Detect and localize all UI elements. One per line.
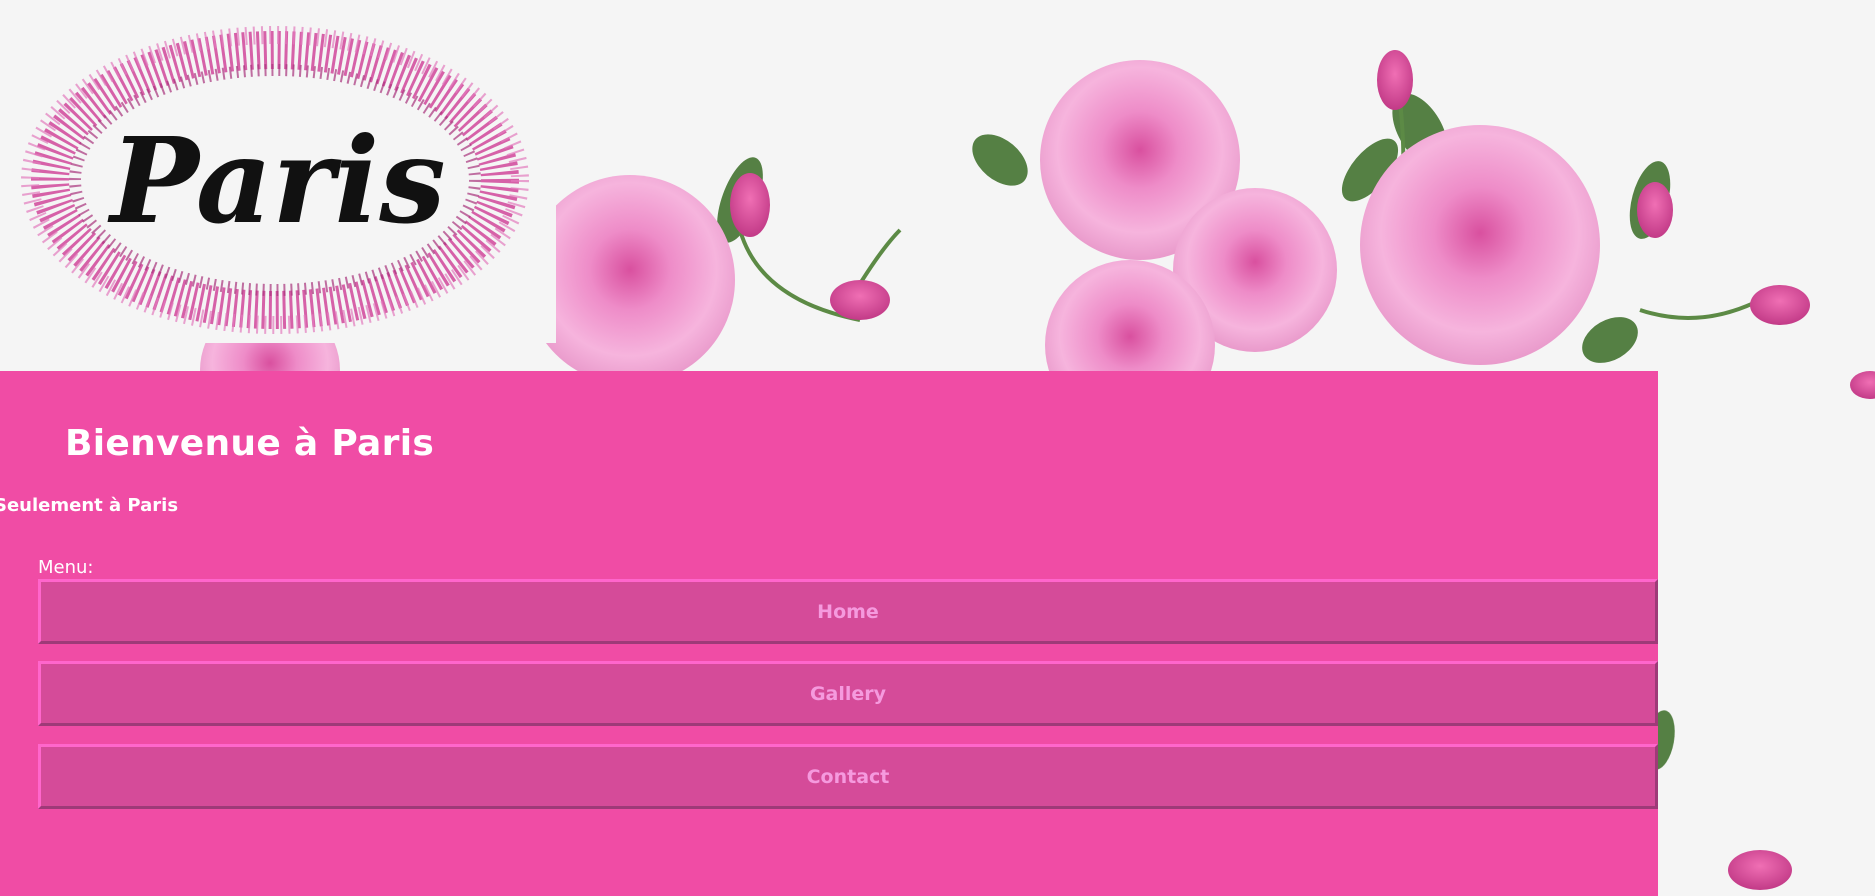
- main-panel: Bienvenue à Paris Seulement à Paris Menu…: [0, 371, 1658, 896]
- menu-label: Menu:: [38, 557, 94, 578]
- gallery-button[interactable]: Gallery: [38, 661, 1658, 726]
- page-subtitle: Seulement à Paris: [0, 495, 179, 516]
- paris-logo: Paris: [0, 0, 556, 343]
- contact-button-label: Contact: [806, 765, 890, 788]
- home-button[interactable]: Home: [38, 579, 1658, 644]
- gallery-button-label: Gallery: [809, 682, 887, 705]
- svg-text:Paris: Paris: [107, 111, 445, 250]
- home-button-label: Home: [817, 600, 879, 623]
- page-title: Bienvenue à Paris: [65, 423, 435, 464]
- contact-button[interactable]: Contact: [38, 744, 1658, 809]
